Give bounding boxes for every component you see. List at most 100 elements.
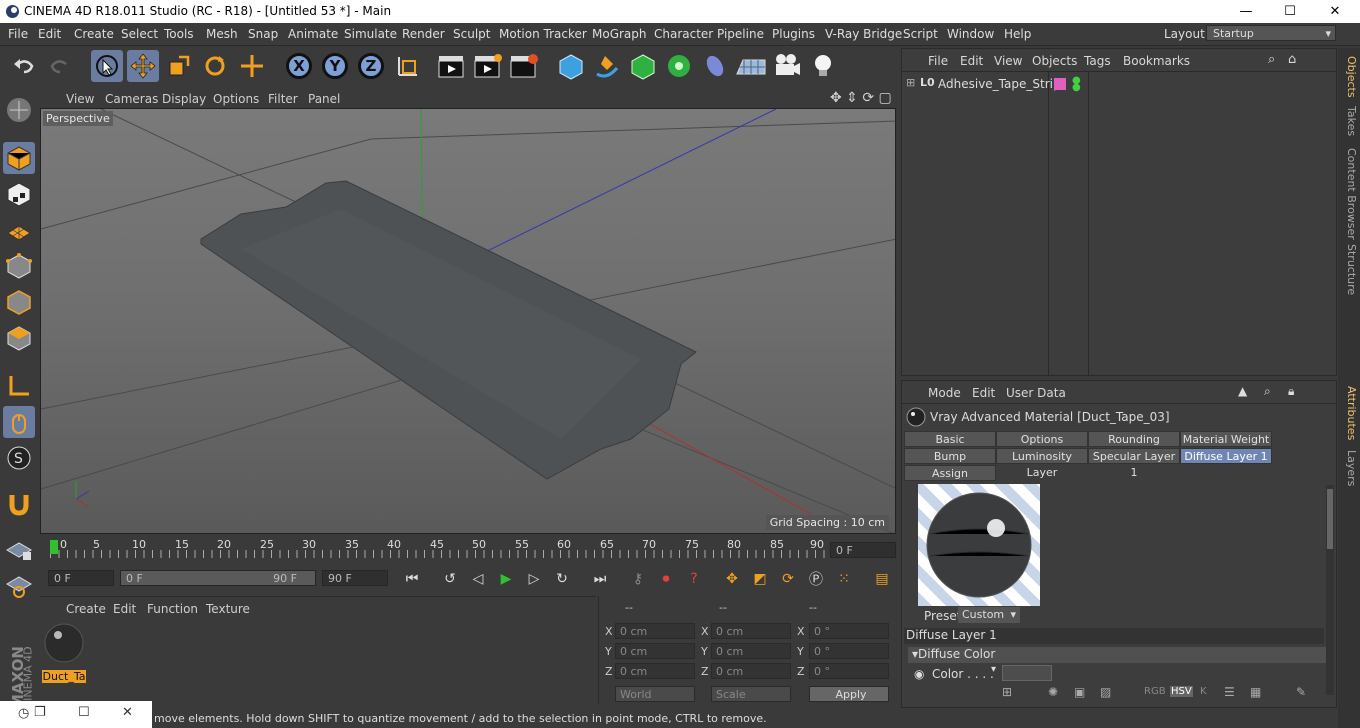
tab-options[interactable]: Options (996, 431, 1088, 447)
objects-menu-edit[interactable]: Edit (960, 54, 983, 68)
tab-bump[interactable]: Bump (904, 448, 996, 464)
eyedropper-slider-icon[interactable]: ⊞ (1002, 685, 1012, 699)
coordinate-mode-dropdown[interactable]: World (615, 686, 695, 702)
objects-menu-file[interactable]: File (928, 54, 948, 68)
record-keys-button[interactable]: ⚷ (626, 568, 650, 590)
tab-basic[interactable]: Basic (904, 431, 996, 447)
tab-luminosity-layer[interactable]: Luminosity Layer (996, 448, 1088, 479)
timeline-ruler[interactable]: 0 5 10 15 20 25 30 35 40 45 50 55 60 65 … (40, 536, 898, 564)
material-swatch[interactable]: Duct_Ta (42, 621, 86, 683)
recent-tool-button[interactable] (236, 50, 268, 82)
menu-vray-bridge[interactable]: V-Ray Bridge (825, 27, 902, 41)
key-parameter-button[interactable]: Ⓟ (804, 568, 828, 590)
y-axis-button[interactable]: Y (319, 50, 351, 82)
menu-render[interactable]: Render (402, 27, 445, 41)
object-row[interactable]: ⊞ L0 Adhesive_Tape_Strip ● ● (906, 76, 1336, 94)
rotate-button[interactable] (199, 50, 231, 82)
maximize-button[interactable]: ☐ (1268, 2, 1312, 21)
texture-mode-button[interactable] (3, 178, 35, 210)
tab-diffuse-layer-1[interactable]: Diffuse Layer 1 (1180, 448, 1272, 464)
locked-workplane-button[interactable] (3, 532, 35, 564)
menu-create[interactable]: Create (74, 27, 114, 41)
maximize-icon[interactable]: ☐ (78, 705, 90, 720)
solo-button[interactable]: S (3, 442, 35, 474)
model-mode-button[interactable] (3, 142, 35, 174)
layout-dropdown[interactable]: Startup ▾ (1206, 25, 1336, 41)
cube-button[interactable] (555, 50, 587, 82)
floor-button[interactable] (735, 50, 767, 82)
camera-button[interactable] (771, 50, 803, 82)
subsection-header[interactable]: ▾Diffuse Color (908, 647, 1326, 663)
tab-material-weight[interactable]: Material Weight (1180, 431, 1272, 447)
live-selection-button[interactable] (91, 50, 123, 82)
coordinate-system-button[interactable] (392, 50, 424, 82)
attributes-menu-mode[interactable]: Mode (928, 386, 961, 400)
size-z-field[interactable]: 0 cm (711, 663, 791, 679)
image-icon[interactable]: ▨ (1100, 685, 1111, 699)
menu-simulate[interactable]: Simulate (344, 27, 397, 41)
points-mode-button[interactable] (3, 250, 35, 282)
material-menu-texture[interactable]: Texture (206, 602, 250, 616)
expand-icon[interactable]: ⊞ (906, 76, 915, 89)
menu-sculpt[interactable]: Sculpt (453, 27, 490, 41)
polygons-mode-button[interactable] (3, 322, 35, 354)
frame-range-slider[interactable]: 0 F 90 F (120, 570, 316, 586)
make-editable-button[interactable] (3, 94, 35, 126)
size-x-field[interactable]: 0 cm (711, 623, 791, 639)
menu-edit[interactable]: Edit (38, 27, 61, 41)
menu-file[interactable]: File (8, 27, 28, 41)
tab-specular-layer-1[interactable]: Specular Layer 1 (1088, 448, 1180, 479)
menu-tools[interactable]: Tools (164, 27, 194, 41)
keyframe-selection-button[interactable]: ? (682, 568, 706, 590)
z-axis-button[interactable]: Z (355, 50, 387, 82)
position-x-field[interactable]: 0 cm (615, 623, 695, 639)
side-tab-takes[interactable]: Takes (1340, 106, 1358, 136)
playhead[interactable] (50, 540, 58, 554)
previous-frame-button[interactable]: ◁ (466, 568, 490, 590)
objects-menu-view[interactable]: View (994, 54, 1022, 68)
next-frame-button[interactable]: ▷ (522, 568, 546, 590)
material-tag-icon[interactable] (1054, 78, 1066, 90)
rgb-icon[interactable]: RGB (1144, 686, 1166, 697)
material-menu-edit[interactable]: Edit (113, 602, 136, 616)
play-button[interactable]: ▶ (494, 568, 518, 590)
objects-menu-objects[interactable]: Objects (1032, 54, 1077, 68)
tweak-mode-button[interactable] (3, 406, 35, 438)
menu-help[interactable]: Help (1004, 27, 1031, 41)
snap-button[interactable] (3, 488, 35, 520)
material-preview[interactable] (918, 484, 1040, 606)
pen-button[interactable] (591, 50, 623, 82)
axis-mode-button[interactable] (3, 370, 35, 402)
color-swatch[interactable] (1002, 665, 1052, 681)
start-frame-field[interactable]: 0 F (48, 570, 114, 586)
menu-pipeline[interactable]: Pipeline (717, 27, 764, 41)
rotation-h-field[interactable]: 0 ° (809, 623, 889, 639)
camera-label[interactable]: Perspective (43, 111, 113, 126)
rotation-b-field[interactable]: 0 ° (809, 663, 889, 679)
key-rotation-button[interactable]: ⟳ (776, 568, 800, 590)
move-button[interactable] (127, 50, 159, 82)
spectrum-icon[interactable]: ▣ (1074, 685, 1085, 699)
objects-menu-bookmarks[interactable]: Bookmarks (1123, 54, 1190, 68)
menu-animate[interactable]: Animate (288, 27, 338, 41)
menu-mograph[interactable]: MoGraph (592, 27, 647, 41)
redo-button[interactable] (44, 50, 76, 82)
render-view-button[interactable] (436, 50, 468, 82)
rotation-p-field[interactable]: 0 ° (809, 643, 889, 659)
lock-icon[interactable]: 🔒︎ (1288, 384, 1294, 399)
viewport-menu-view[interactable]: View (66, 92, 94, 106)
object-name[interactable]: Adhesive_Tape_Strip (938, 77, 1061, 91)
eyedropper-icon[interactable]: ✎ (1296, 685, 1306, 699)
viewport-menu-panel[interactable]: Panel (308, 92, 340, 106)
swatches-icon[interactable]: ▦ (1250, 685, 1261, 699)
auto-keying-button[interactable]: ⏺ (654, 568, 678, 590)
hsv-icon[interactable]: HSV (1170, 686, 1193, 697)
menu-script[interactable]: Script (903, 27, 938, 41)
chevron-down-icon[interactable]: ▾ (991, 664, 996, 675)
tab-rounding[interactable]: Rounding (1088, 431, 1180, 447)
side-tab-attributes[interactable]: Attributes (1340, 386, 1358, 440)
attributes-menu-edit[interactable]: Edit (972, 386, 995, 400)
undo-button[interactable] (8, 50, 40, 82)
side-tab-structure[interactable]: Structure (1340, 244, 1358, 295)
scale-button[interactable] (163, 50, 195, 82)
